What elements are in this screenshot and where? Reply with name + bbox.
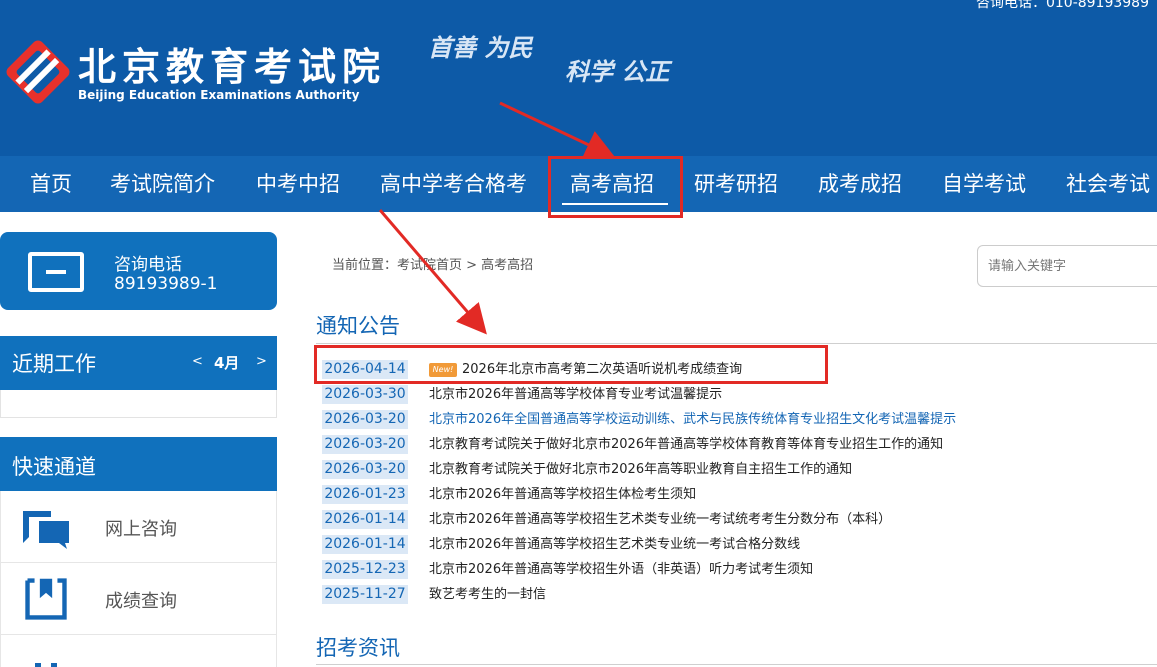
annotation-box-row [314,345,828,384]
notices-divider [316,343,1157,344]
notice-date: 2026-01-14 [322,510,408,529]
contact-card[interactable]: 咨询电话 89193989-1 [0,232,277,310]
nav-item-shehui[interactable]: 社会考试 [1066,156,1150,212]
grid-icon [35,663,57,667]
notice-date: 2026-01-14 [322,535,408,554]
motto-line-2: 科学 公正 [565,57,670,86]
nav-item-xuekao[interactable]: 高中学考合格考 [380,156,527,212]
notice-date: 2025-11-27 [322,585,408,604]
breadcrumb: 当前位置：考试院首页 > 高考高招 [332,258,534,273]
notice-date: 2026-03-30 [322,385,408,404]
recent-work-title: 近期工作 [12,352,96,376]
nav-item-about[interactable]: 考试院简介 [110,156,215,212]
notices-title: 通知公告 [316,314,400,338]
notice-date: 2026-03-20 [322,410,408,429]
card-icon [28,252,84,292]
recent-work-body [0,390,277,418]
header-banner: 咨询电话：010-89193989 北京教育考试院 Beijing Educat… [0,0,1157,156]
page-root: 咨询电话：010-89193989 北京教育考试院 Beijing Educat… [0,0,1157,667]
notice-date: 2026-03-20 [322,435,408,454]
notice-title[interactable]: 北京市2026年普通高等学校体育专业考试温馨提示 [429,385,722,404]
notice-title[interactable]: 致艺考考生的一封信 [429,585,546,604]
quick-item-more[interactable] [0,635,277,667]
header-hotline: 咨询电话：010-89193989 [975,0,1149,11]
notice-title[interactable]: 北京教育考试院关于做好北京市2026年高等职业教育自主招生工作的通知 [429,460,852,479]
quick-access-title: 快速通道 [12,455,96,479]
notice-title[interactable]: 北京教育考试院关于做好北京市2026年普通高等学校体育教育等体育专业招生工作的通… [429,435,943,454]
quick-item-score-query[interactable]: 成绩查询 [0,563,277,635]
nav-item-zhongkao[interactable]: 中考中招 [256,156,340,212]
search-input[interactable] [977,245,1157,287]
chat-icon [23,511,69,549]
logo-text-cn: 北京教育考试院 [78,44,387,89]
nav-item-home[interactable]: 首页 [30,156,72,212]
quick-item-online-consult[interactable]: 网上咨询 [0,491,277,563]
month-next-button[interactable]: > [256,354,267,369]
nav-item-chengkao[interactable]: 成考成招 [818,156,902,212]
notice-date: 2025-12-23 [322,560,408,579]
annotation-box-nav [548,156,683,218]
nav-item-zixue[interactable]: 自学考试 [942,156,1026,212]
notice-date: 2026-01-23 [322,485,408,504]
bookmark-icon [25,578,67,620]
nav-item-yankao[interactable]: 研考研招 [694,156,778,212]
month-label: 4月 [214,354,240,372]
motto-line-1: 首善 为民 [428,33,533,62]
month-prev-button[interactable]: < [192,354,203,369]
quick-access-header: 快速通道 [0,437,277,491]
quick-item-label: 成绩查询 [105,591,177,612]
recent-work-header: 近期工作 < 4月 > [0,336,277,390]
contact-title: 咨询电话 [114,255,182,275]
news-title: 招考资讯 [316,636,400,660]
notice-title[interactable]: 北京市2026年全国普通高等学校运动训练、武术与民族传统体育专业招生文化考试温馨… [429,410,956,429]
notice-title[interactable]: 北京市2026年普通高等学校招生体检考生须知 [429,485,696,504]
contact-phone: 89193989-1 [114,274,218,294]
notice-title[interactable]: 北京市2026年普通高等学校招生外语（非英语）听力考试考生须知 [429,560,813,579]
quick-item-label: 网上咨询 [105,519,177,540]
news-divider [316,664,1157,665]
notice-title[interactable]: 北京市2026年普通高等学校招生艺术类专业统一考试统考考生分数分布（本科） [429,510,891,529]
logo-text-en: Beijing Education Examinations Authority [78,88,360,102]
notice-title[interactable]: 北京市2026年普通高等学校招生艺术类专业统一考试合格分数线 [429,535,800,554]
logo-mark-icon [6,40,70,104]
notice-date: 2026-03-20 [322,460,408,479]
